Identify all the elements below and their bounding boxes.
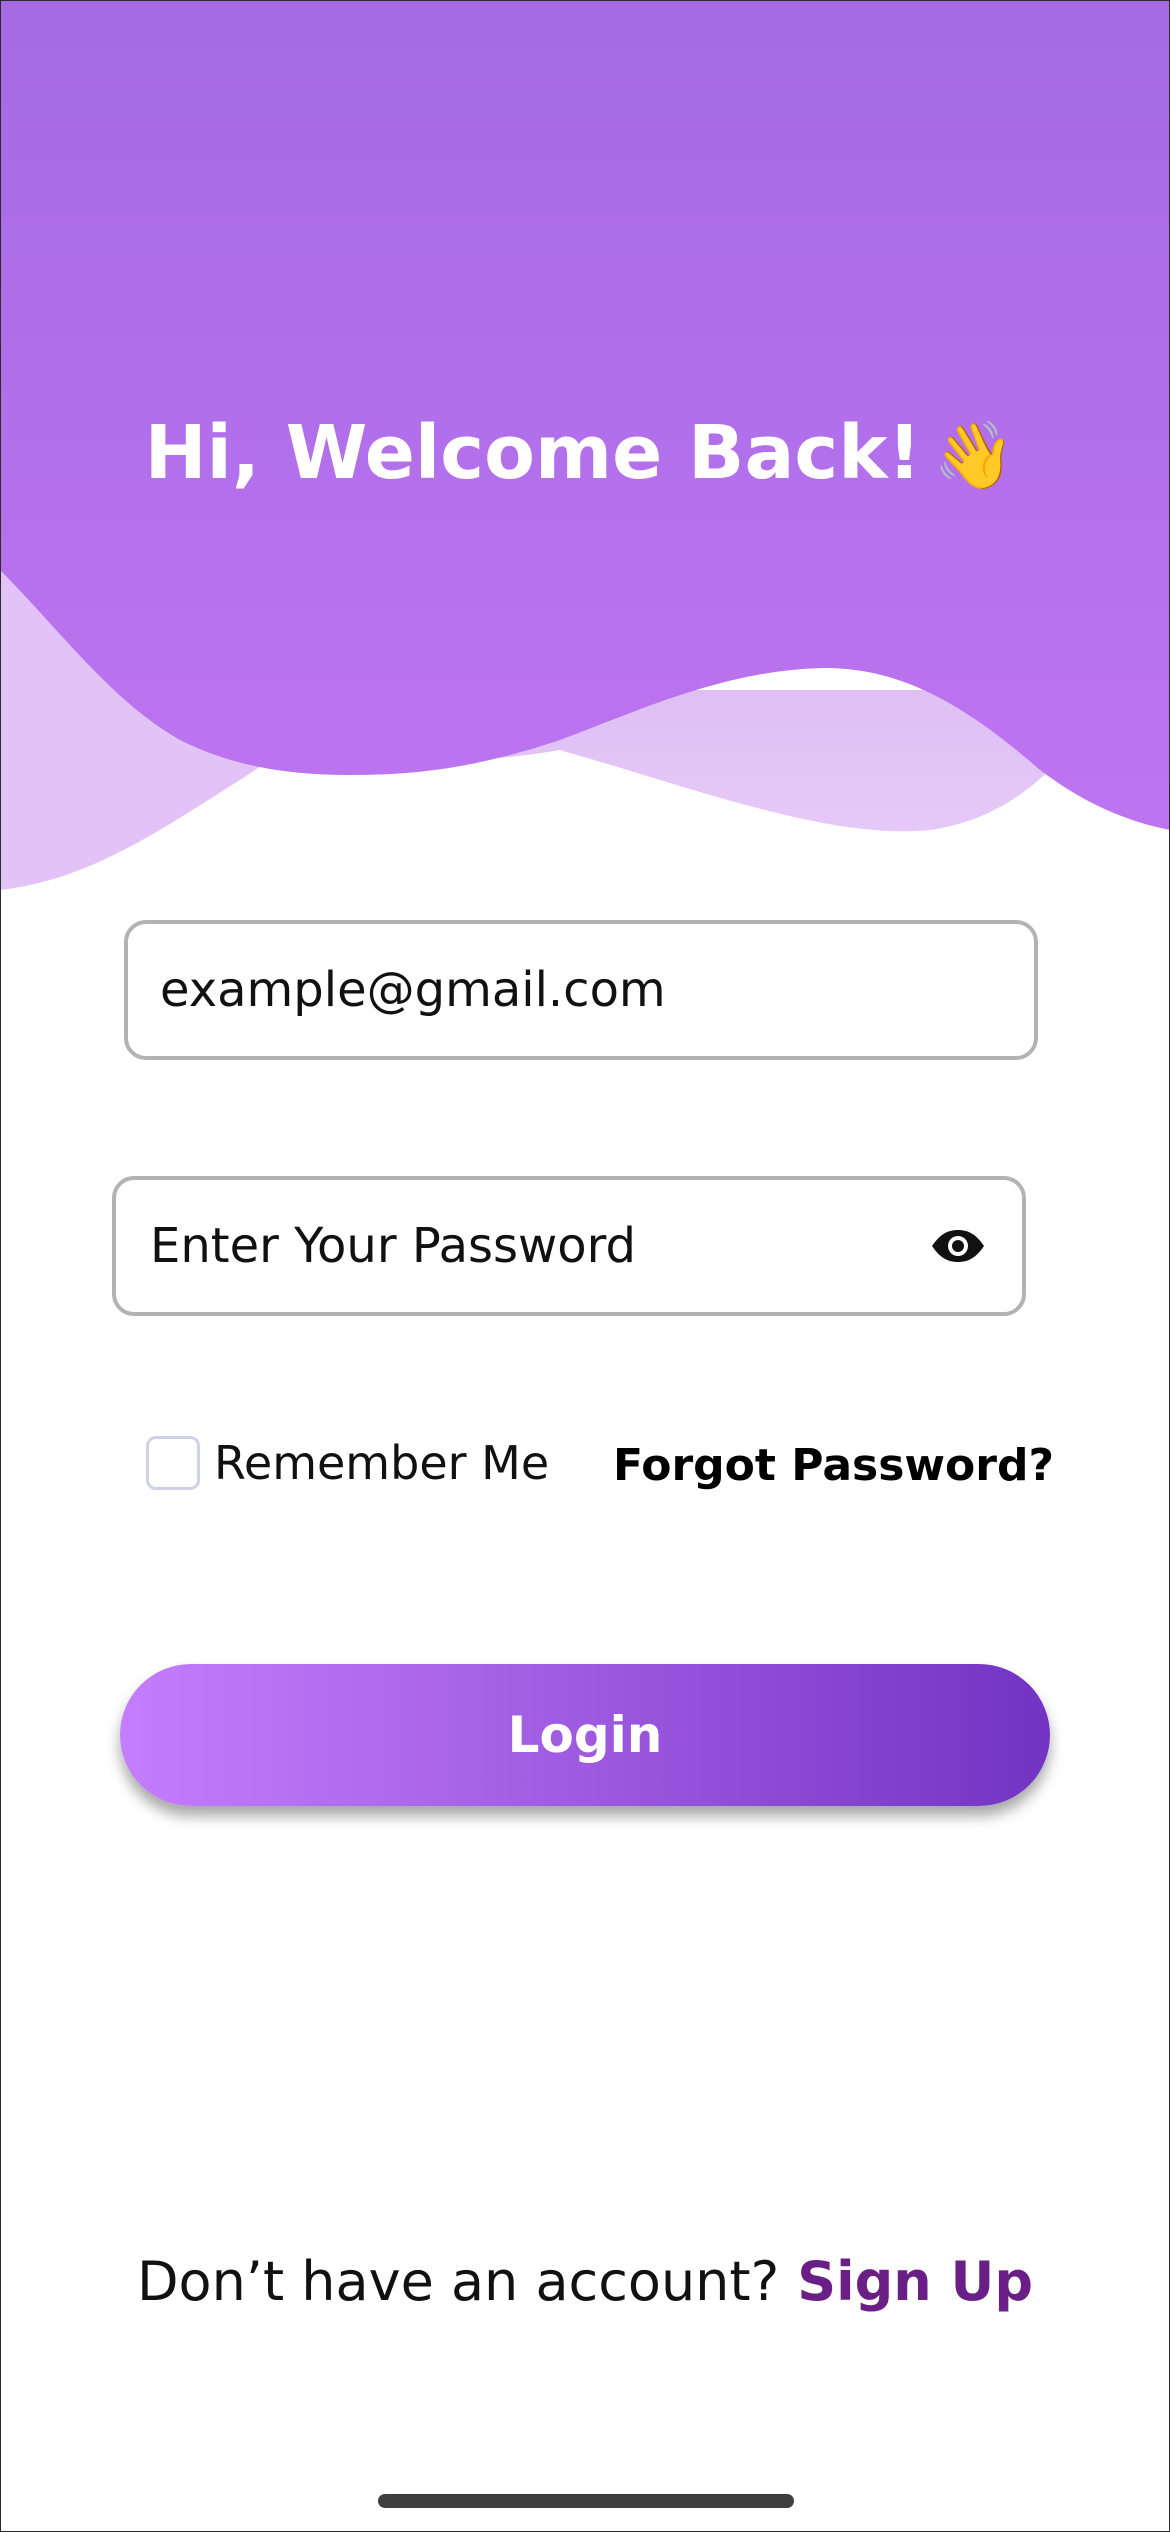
eye-icon[interactable] [928, 1226, 988, 1266]
waving-hand-icon: 👋 [933, 417, 1016, 494]
signup-link[interactable]: Sign Up [797, 2250, 1033, 2313]
forgot-password-link[interactable]: Forgot Password? [613, 1440, 1054, 1491]
password-field[interactable]: Enter Your Password [112, 1176, 1026, 1316]
email-field[interactable]: example@gmail.com [124, 920, 1038, 1060]
remember-me-label[interactable]: Remember Me [214, 1436, 549, 1490]
remember-me-row: Remember Me [146, 1436, 549, 1490]
home-indicator[interactable] [378, 2494, 794, 2508]
welcome-title-text: Hi, Welcome Back! [144, 410, 922, 496]
email-value: example@gmail.com [160, 962, 666, 1018]
signup-prompt: Don’t have an account? [136, 2250, 780, 2313]
login-button[interactable]: Login [120, 1664, 1050, 1806]
remember-me-checkbox[interactable] [146, 1436, 200, 1490]
welcome-title: Hi, Welcome Back! 👋 [0, 410, 1160, 496]
password-placeholder: Enter Your Password [150, 1218, 637, 1274]
login-screen: Hi, Welcome Back! 👋 example@gmail.com Ent… [0, 0, 1170, 2532]
signup-row: Don’t have an account? Sign Up [0, 2250, 1170, 2313]
login-button-label: Login [507, 1706, 663, 1764]
